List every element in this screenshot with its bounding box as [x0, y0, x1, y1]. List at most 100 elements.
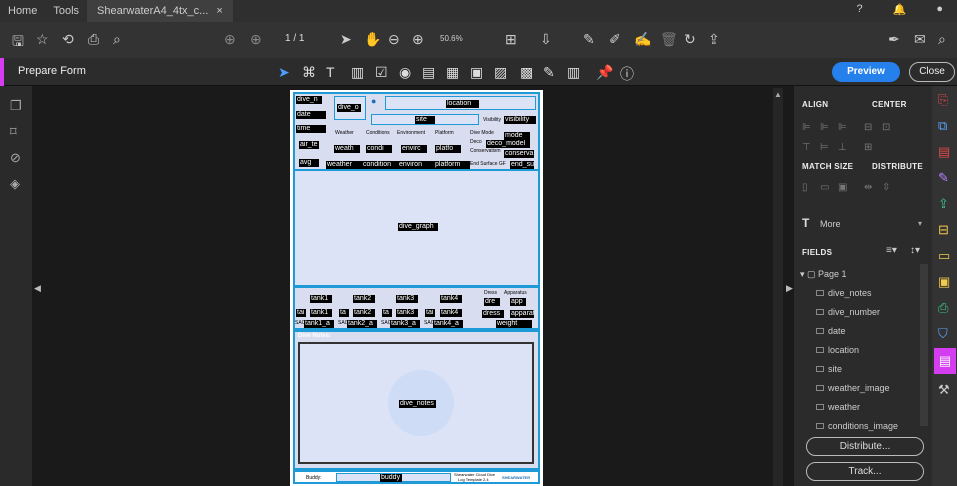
zoom-search-icon[interactable]: ⌕: [113, 31, 121, 48]
mail-icon[interactable]: ✉: [914, 31, 926, 48]
tank2b-field[interactable]: tank2: [353, 309, 375, 317]
conservatism-field[interactable]: conserva: [504, 150, 534, 158]
match-width-icon[interactable]: ▯: [802, 182, 808, 193]
close-button[interactable]: Close: [909, 62, 955, 82]
dive-graph-field[interactable]: dive_graph: [398, 223, 438, 231]
platform-field[interactable]: platfo: [435, 145, 461, 153]
tank3-tag[interactable]: ta: [382, 309, 392, 317]
document-tab[interactable]: ShearwaterA4_4tx_c... ×: [87, 0, 233, 22]
dive-number-field[interactable]: dive_n: [296, 96, 322, 104]
distribute-horizontal-icon[interactable]: ⇹: [864, 182, 872, 193]
field-item-conditions-image[interactable]: conditions_image: [816, 421, 898, 431]
dive-o-field[interactable]: dive_o: [337, 104, 361, 112]
buddy-field[interactable]: buddy: [380, 474, 402, 482]
environment-image-field[interactable]: environ: [398, 161, 434, 169]
more-chevron-icon[interactable]: ▾: [918, 219, 922, 228]
scan-icon[interactable]: ⊟: [938, 222, 949, 238]
mode-field[interactable]: mode: [504, 132, 530, 140]
close-tab-icon[interactable]: ×: [216, 0, 222, 22]
tank1-field[interactable]: tank1: [310, 295, 332, 303]
more-label[interactable]: More: [820, 219, 841, 229]
prepare-form-tool-icon[interactable]: ▤: [934, 348, 956, 374]
search-text-icon[interactable]: ⌕: [938, 31, 946, 48]
deco-model-field[interactable]: deco_model: [486, 140, 530, 148]
weather-field[interactable]: weath: [334, 145, 360, 153]
select-object-icon[interactable]: ➤: [278, 64, 290, 81]
tank3-field[interactable]: tank3: [396, 295, 418, 303]
layers-icon[interactable]: ◈: [10, 176, 20, 192]
hand-icon[interactable]: ✋: [364, 31, 381, 48]
account-icon[interactable]: ●: [928, 3, 951, 16]
expand-right-icon[interactable]: ▶: [786, 283, 793, 294]
location-field[interactable]: location: [446, 100, 479, 108]
field-item-site[interactable]: site: [816, 364, 842, 374]
center-horizontal-icon[interactable]: ⊟: [864, 122, 872, 133]
pin-icon[interactable]: 📌: [596, 64, 613, 81]
checkbox-tool-icon[interactable]: ☑: [375, 64, 388, 81]
radio-tool-icon[interactable]: ◉: [399, 64, 411, 81]
tank3b-field[interactable]: tank3: [396, 309, 418, 317]
tools-more-icon[interactable]: ⚒: [938, 382, 950, 398]
dive-notes-field[interactable]: dive_notes: [399, 400, 436, 408]
tank4-sac-field[interactable]: tank4_a: [433, 320, 463, 328]
align-middle-icon[interactable]: ⊨: [820, 142, 829, 153]
scroll-mode-icon[interactable]: ⇩: [540, 31, 552, 48]
button-tool-icon[interactable]: ▣: [470, 64, 483, 81]
distribute-vertical-icon[interactable]: ⇳: [882, 182, 890, 193]
sort-order-icon[interactable]: ↕▾: [910, 245, 920, 256]
tank1-sac-field[interactable]: tank1_a: [304, 320, 334, 328]
text-field-icon[interactable]: T: [326, 64, 335, 80]
apparatus-field[interactable]: app: [510, 298, 526, 306]
barcode-field-icon[interactable]: ▥: [567, 64, 580, 81]
print-production-icon[interactable]: ⎙: [938, 300, 948, 316]
organize-pages-icon[interactable]: ▤: [938, 144, 950, 160]
image-field-icon[interactable]: ▨: [494, 64, 507, 81]
align-bottom-icon[interactable]: ⊥: [838, 142, 847, 153]
sort-icon[interactable]: ≡▾: [886, 245, 897, 256]
document-scrollbar[interactable]: ▲: [773, 88, 783, 486]
stamp-icon[interactable]: ▣: [938, 274, 950, 290]
align-right-icon[interactable]: ⊫: [838, 122, 847, 133]
field-item-location[interactable]: location: [816, 345, 859, 355]
field-layout-icon[interactable]: ▥: [351, 64, 364, 81]
dress-field[interactable]: dre: [484, 298, 500, 306]
select-arrow-icon[interactable]: ➤: [340, 31, 352, 48]
pages-icon[interactable]: ❐: [10, 98, 22, 114]
time-field[interactable]: time: [296, 125, 326, 133]
page-1-node[interactable]: ▾ ▢ Page 1: [800, 269, 847, 280]
align-top-icon[interactable]: ⊤: [802, 142, 811, 153]
tools-tab[interactable]: Tools: [45, 5, 87, 17]
rotate-icon[interactable]: ↻: [684, 31, 696, 48]
platform-image-field[interactable]: platform: [434, 161, 470, 169]
site-field[interactable]: site: [415, 116, 435, 124]
fill-sign-icon[interactable]: ✒: [888, 31, 900, 48]
bookmarks-icon[interactable]: ⌑: [10, 124, 17, 140]
bell-icon[interactable]: 🔔: [885, 3, 915, 16]
avg-temp-field[interactable]: avg: [299, 159, 319, 167]
protect-icon[interactable]: ⛉: [938, 326, 948, 342]
tank4-field[interactable]: tank4: [440, 295, 462, 303]
zoom-out-icon[interactable]: ⊖: [388, 31, 400, 48]
add-text-icon[interactable]: ⌘: [302, 64, 316, 81]
field-item-dive-notes[interactable]: dive_notes: [816, 288, 872, 298]
tank4b-field[interactable]: tank4: [440, 309, 462, 317]
save-icon[interactable]: 🖫: [12, 31, 24, 55]
conditions-field[interactable]: condi: [366, 145, 392, 153]
match-height-icon[interactable]: ▭: [820, 182, 829, 193]
export-pdf-icon[interactable]: ⇪: [938, 196, 949, 212]
preview-button[interactable]: Preview: [832, 62, 900, 82]
weight-field[interactable]: weight: [496, 320, 532, 328]
conditions-image-field[interactable]: condition: [362, 161, 398, 169]
zoom-level[interactable]: 50.6%: [440, 34, 463, 43]
environment-field[interactable]: envirc: [401, 145, 427, 153]
date-field[interactable]: date: [296, 111, 326, 119]
home-tab[interactable]: Home: [0, 5, 45, 17]
combine-files-icon[interactable]: ⧉: [938, 118, 947, 134]
comment-icon[interactable]: ✎: [583, 31, 595, 48]
signature-field-icon[interactable]: ✎: [543, 64, 555, 81]
field-item-weather-image[interactable]: weather_image: [816, 383, 890, 393]
weather-image-field[interactable]: weather: [326, 161, 362, 169]
delete-icon[interactable]: 🗑: [660, 31, 678, 48]
tank4-tag[interactable]: tai: [425, 309, 435, 317]
tank2-field[interactable]: tank2: [353, 295, 375, 303]
